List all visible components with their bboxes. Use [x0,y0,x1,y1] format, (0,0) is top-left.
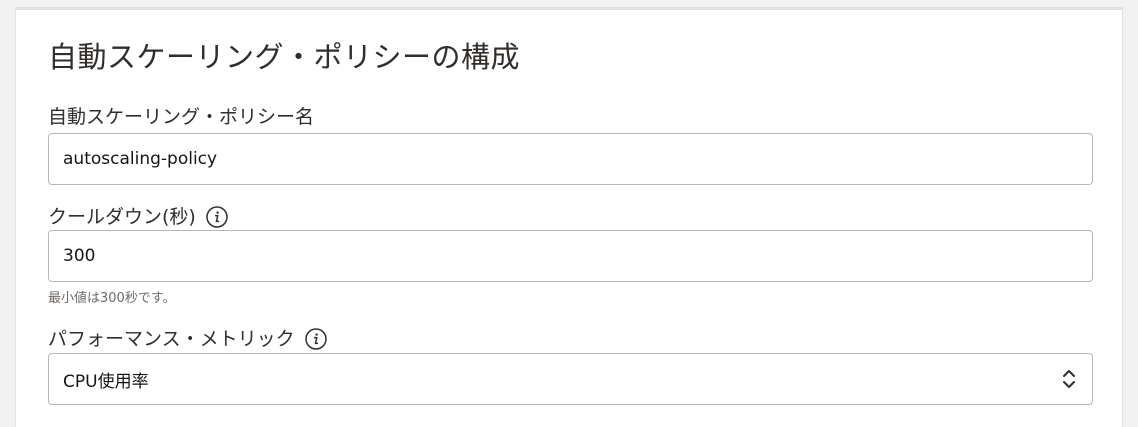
performance-metric-label-row: パフォーマンス・メトリック [48,328,327,350]
performance-metric-selected-value: CPU使用率 [63,371,149,392]
cooldown-label: クールダウン(秒) [48,205,196,228]
cooldown-hint: 最小値は300秒です。 [48,291,176,306]
policy-name-label-row: 自動スケーリング・ポリシー名 [48,108,314,127]
performance-metric-select[interactable]: CPU使用率 [48,353,1093,405]
cooldown-label-row: クールダウン(秒) [48,206,228,228]
policy-name-input[interactable] [48,133,1093,185]
performance-metric-label: パフォーマンス・メトリック [48,327,295,350]
autoscaling-policy-panel: 自動スケーリング・ポリシーの構成 自動スケーリング・ポリシー名 クールダウン(秒… [15,7,1123,427]
policy-name-label: 自動スケーリング・ポリシー名 [48,106,315,128]
chevron-up-down-icon [1060,365,1078,393]
cooldown-input[interactable] [48,230,1093,282]
cooldown-info-icon[interactable] [206,206,228,228]
panel-title: 自動スケーリング・ポリシーの構成 [48,40,521,74]
performance-metric-info-icon[interactable] [304,328,327,350]
